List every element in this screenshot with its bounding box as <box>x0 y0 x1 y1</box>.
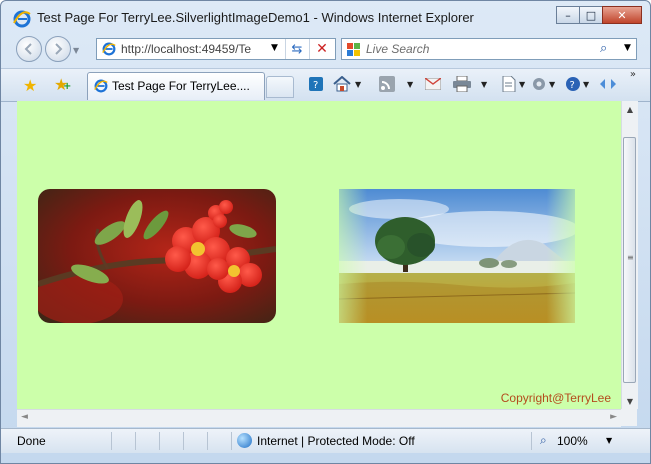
tools-menu-button[interactable]: ▼ <box>531 75 555 93</box>
status-text: Done <box>17 434 46 448</box>
scroll-down-arrow-icon[interactable]: ▼ <box>622 393 638 409</box>
scroll-right-arrow-icon[interactable]: ► <box>610 412 617 422</box>
help-menu-button[interactable]: ? ▼ <box>565 75 589 93</box>
status-divider <box>231 432 232 450</box>
tab-label: Test Page For TerryLee.... <box>112 79 250 93</box>
home-button[interactable]: ▼ <box>333 75 361 93</box>
printer-icon <box>453 76 471 92</box>
scrollbar-corner <box>621 409 637 426</box>
help-icon: ? <box>566 77 580 91</box>
live-search-logo-icon <box>347 43 360 56</box>
window-controls: – □ ✕ <box>556 6 642 26</box>
search-options-dropdown[interactable]: ▼ <box>624 43 631 53</box>
search-input[interactable]: Live Search <box>366 42 429 56</box>
zoom-dropdown-icon[interactable]: ▼ <box>606 436 612 445</box>
page-menu-button[interactable]: ▼ <box>501 75 525 93</box>
forward-button[interactable] <box>45 36 71 62</box>
gear-icon <box>533 78 545 90</box>
home-icon <box>333 76 351 92</box>
status-divider <box>531 432 532 450</box>
zoom-level[interactable]: 100% <box>557 434 588 448</box>
page-dropdown-icon[interactable]: ▼ <box>519 80 525 89</box>
flower-image <box>38 189 276 323</box>
status-divider <box>183 432 184 450</box>
status-bar: Done Internet | Protected Mode: Off ⌕ 10… <box>1 428 650 453</box>
maximize-button[interactable]: □ <box>579 6 603 24</box>
mail-button[interactable] <box>425 75 441 93</box>
vertical-scroll-thumb[interactable]: ≡ <box>623 137 636 383</box>
svg-text:?: ? <box>570 80 575 91</box>
page-menu-icon <box>502 76 516 92</box>
scroll-left-arrow-icon[interactable]: ◄ <box>21 412 28 422</box>
horizontal-scrollbar[interactable]: ◄ ► <box>17 409 621 427</box>
scroll-up-arrow-icon[interactable]: ▲ <box>622 101 638 117</box>
address-bar[interactable]: http://localhost:49459/Te ▼ ⇆ ✕ <box>96 38 336 60</box>
zoom-magnifier-icon: ⌕ <box>540 433 547 447</box>
title-bar: Test Page For TerryLee.SilverlightImageD… <box>1 1 650 35</box>
ie-logo-icon <box>13 10 31 28</box>
grip-icon: ≡ <box>627 253 634 262</box>
security-zone[interactable]: Internet | Protected Mode: Off <box>257 434 415 448</box>
svg-text:?: ? <box>313 80 318 91</box>
print-button[interactable]: ▼ <box>453 75 487 93</box>
new-tab-button[interactable] <box>266 76 294 98</box>
landscape-tree-image <box>339 189 575 323</box>
print-dropdown-icon[interactable]: ▼ <box>481 80 487 89</box>
plus-icon: + <box>63 81 72 92</box>
refresh-button[interactable]: ⇆ <box>285 39 308 59</box>
page-content: Copyright@TerryLee <box>17 101 621 409</box>
back-arrow-icon <box>24 43 32 55</box>
url-text[interactable]: http://localhost:49459/Te <box>121 42 269 56</box>
feeds-button[interactable]: ▼ <box>379 75 413 93</box>
status-divider <box>207 432 208 450</box>
back-button[interactable] <box>16 36 42 62</box>
minimize-button[interactable]: – <box>556 6 580 24</box>
copyright-text: Copyright@TerryLee <box>500 391 611 405</box>
tab-active[interactable]: Test Page For TerryLee.... <box>87 72 265 100</box>
search-bar[interactable]: Live Search ⌕ ▼ <box>341 38 637 60</box>
status-divider <box>159 432 160 450</box>
help-book-glyph: ? <box>309 77 323 91</box>
home-dropdown-icon[interactable]: ▼ <box>355 80 361 89</box>
recent-pages-dropdown[interactable]: ▼ <box>73 46 79 55</box>
vertical-scrollbar[interactable]: ▲ ≡ ▼ <box>621 101 638 409</box>
forward-arrow-icon <box>55 43 63 55</box>
window-title: Test Page For TerryLee.SilverlightImageD… <box>37 10 474 25</box>
tab-toolbar-row: ★ ★ + Test Page For TerryLee.... ? ▼ ▼ ▼… <box>1 68 650 102</box>
tab-page-icon <box>94 79 108 93</box>
stop-button[interactable]: ✕ <box>309 39 334 59</box>
tools-dropdown-icon[interactable]: ▼ <box>549 80 555 89</box>
close-button[interactable]: ✕ <box>602 6 642 24</box>
page-icon <box>102 42 116 56</box>
address-row: ▼ http://localhost:49459/Te ▼ ⇆ ✕ Live S… <box>1 35 650 65</box>
help-dropdown-icon[interactable]: ▼ <box>583 80 589 89</box>
mail-icon <box>425 78 441 90</box>
toolbar-overflow-icon[interactable]: » <box>630 69 636 80</box>
help-book-icon[interactable]: ? <box>309 75 323 93</box>
research-button[interactable] <box>599 75 617 93</box>
status-divider <box>135 432 136 450</box>
browser-window: Test Page For TerryLee.SilverlightImageD… <box>0 0 651 464</box>
address-dropdown[interactable]: ▼ <box>271 43 278 53</box>
search-icon[interactable]: ⌕ <box>600 41 607 56</box>
research-icon <box>600 79 616 89</box>
status-divider <box>111 432 112 450</box>
feeds-dropdown-icon[interactable]: ▼ <box>407 80 413 89</box>
globe-icon <box>237 433 252 448</box>
rss-feed-icon <box>379 76 395 92</box>
star-icon[interactable]: ★ <box>23 76 37 95</box>
